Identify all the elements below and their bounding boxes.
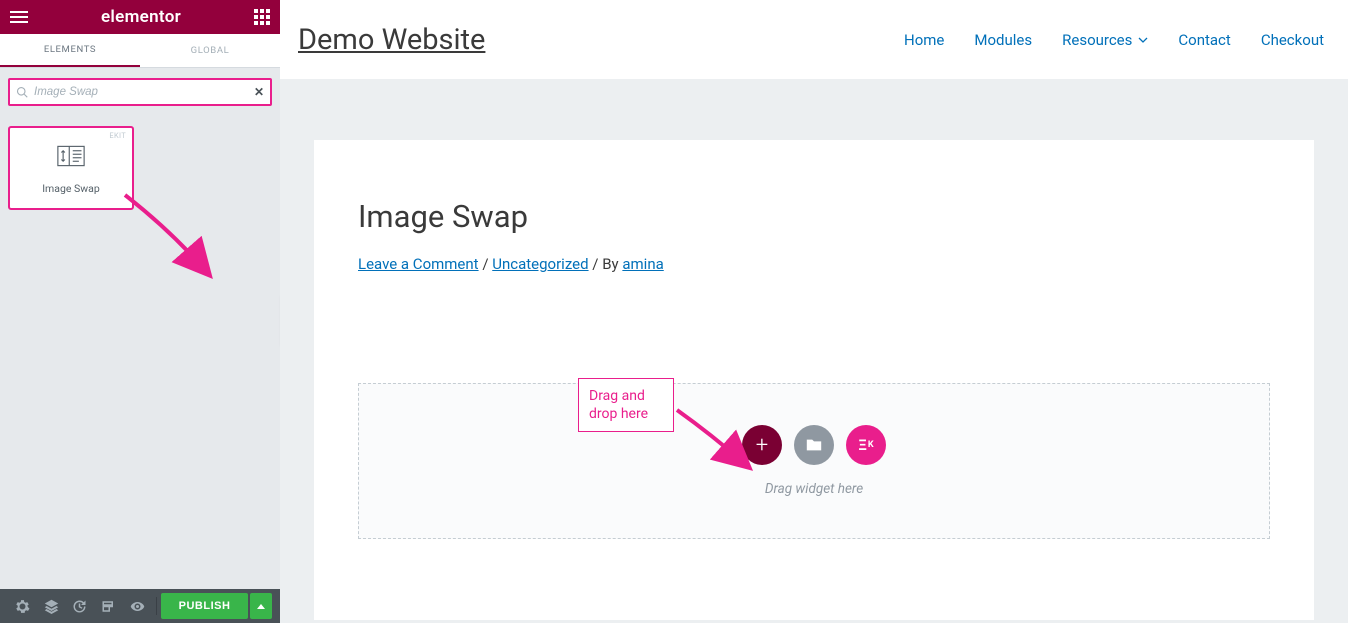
clear-search-icon[interactable]: ✕ (254, 85, 264, 99)
widget-image-swap[interactable]: EKIT Image Swap (8, 126, 134, 210)
widget-label: Image Swap (42, 182, 100, 195)
search-box: ✕ (8, 78, 272, 106)
responsive-icon[interactable] (94, 589, 123, 623)
dropzone-text: Drag widget here (765, 481, 863, 497)
chevron-down-icon (1138, 37, 1148, 43)
nav-checkout[interactable]: Checkout (1261, 31, 1324, 49)
nav-modules[interactable]: Modules (974, 31, 1032, 49)
post-meta: Leave a Comment / Uncategorized / By ami… (358, 255, 1270, 273)
elementor-sidebar: elementor ELEMENTS GLOBAL ✕ EKIT Image S… (0, 0, 280, 623)
drop-zone[interactable]: + ΞK Drag widget here (358, 383, 1270, 539)
search-input[interactable] (34, 86, 248, 98)
history-icon[interactable] (66, 589, 95, 623)
publish-options-button[interactable] (250, 593, 272, 619)
annotation-drag-drop: Drag and drop here (578, 378, 674, 432)
author-link[interactable]: amina (622, 255, 663, 273)
image-swap-icon (57, 142, 85, 170)
nav-home[interactable]: Home (904, 31, 944, 49)
preview-area: Demo Website Home Modules Resources Cont… (280, 0, 1348, 623)
meta-sep1: / (479, 255, 493, 273)
nav-resources[interactable]: Resources (1062, 31, 1148, 49)
tab-global[interactable]: GLOBAL (140, 34, 280, 67)
footer-divider (156, 597, 157, 615)
search-wrap: ✕ (0, 68, 280, 116)
elementor-logo: elementor (101, 7, 181, 27)
sidebar-tabs: ELEMENTS GLOBAL (0, 34, 280, 68)
navigator-icon[interactable] (37, 589, 66, 623)
canvas-outer: Image Swap Leave a Comment / Uncategoriz… (280, 80, 1348, 623)
dropzone-buttons: + ΞK (742, 425, 886, 465)
tab-elements[interactable]: ELEMENTS (0, 34, 140, 67)
annotation-arrow-2 (672, 405, 762, 475)
page-title: Image Swap (358, 198, 1270, 235)
sidebar-header: elementor (0, 0, 280, 34)
preview-icon[interactable] (123, 589, 152, 623)
menu-icon[interactable] (10, 11, 28, 23)
settings-icon[interactable] (8, 589, 37, 623)
meta-sep2: / By (589, 255, 623, 273)
site-title[interactable]: Demo Website (298, 23, 485, 57)
nav-resources-label: Resources (1062, 31, 1132, 49)
canvas: Image Swap Leave a Comment / Uncategoriz… (314, 140, 1314, 620)
primary-nav: Home Modules Resources Contact Checkout (904, 31, 1324, 49)
category-link[interactable]: Uncategorized (492, 255, 588, 273)
template-library-button[interactable] (794, 425, 834, 465)
apps-icon[interactable] (254, 9, 270, 25)
annotation-arrow-1 (120, 190, 230, 290)
publish-button[interactable]: PUBLISH (161, 593, 249, 619)
ekit-button[interactable]: ΞK (846, 425, 886, 465)
sidebar-footer: PUBLISH (0, 589, 280, 623)
leave-comment-link[interactable]: Leave a Comment (358, 255, 479, 273)
site-header: Demo Website Home Modules Resources Cont… (280, 0, 1348, 80)
search-icon (16, 86, 28, 98)
widget-tag: EKIT (109, 131, 126, 140)
nav-contact[interactable]: Contact (1178, 31, 1230, 49)
